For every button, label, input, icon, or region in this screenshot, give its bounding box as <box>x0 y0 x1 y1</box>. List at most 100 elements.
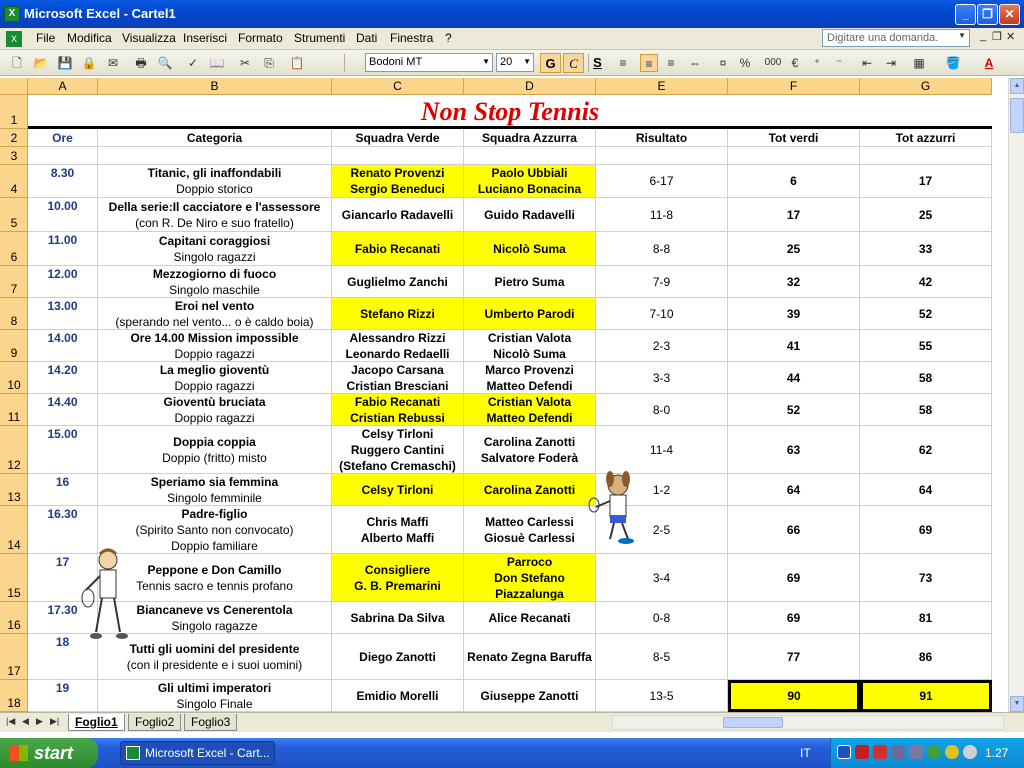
select-all-corner[interactable] <box>0 78 28 95</box>
doc-restore-button[interactable]: ❐ <box>992 30 1002 43</box>
cell-categoria[interactable]: La meglio gioventù Doppio ragazzi <box>98 362 332 394</box>
menu-visualizza[interactable]: Visualizza <box>122 31 176 45</box>
cell-squadra-azzurra[interactable]: Renato Zegna Baruffa <box>464 634 596 680</box>
close-button[interactable]: ✕ <box>999 4 1020 25</box>
research-icon[interactable]: 📖 <box>208 54 226 72</box>
cell-squadra-azzurra[interactable]: Marco Provenzi Matteo Defendi <box>464 362 596 394</box>
row-header-17[interactable]: 17 <box>0 634 28 680</box>
tray-antivirus-icon[interactable] <box>855 745 869 759</box>
spelling-icon[interactable]: ✓ <box>184 54 202 72</box>
new-icon[interactable]: 🗋 <box>8 54 26 72</box>
cell-tot-verdi[interactable]: 44 <box>728 362 860 394</box>
header-cell-a[interactable]: Ore <box>28 129 98 147</box>
decrease-indent-icon[interactable]: ⇤ <box>858 54 876 72</box>
spreadsheet-grid[interactable]: ABCDEFG 1 2 3 4 5 6 7 8 9 10 11 12 13 14 15 16 17 18 Non … <box>0 78 1008 712</box>
sheet-tab-foglio3[interactable]: Foglio3 <box>184 714 238 731</box>
print-preview-icon[interactable]: 🔍 <box>156 54 174 72</box>
header-cell-c[interactable]: Squadra Verde <box>332 129 464 147</box>
cell-tot-verdi[interactable]: 66 <box>728 506 860 554</box>
cell-tot-azzurri[interactable]: 58 <box>860 394 992 426</box>
italic-button[interactable]: C <box>563 53 584 73</box>
empty-cell[interactable] <box>596 147 728 165</box>
cell-tot-verdi[interactable]: 39 <box>728 298 860 330</box>
cell-risultato[interactable]: 3-4 <box>596 554 728 602</box>
cell-categoria[interactable]: Speriamo sia femmina Singolo femminile <box>98 474 332 506</box>
horizontal-scrollbar[interactable] <box>612 715 1004 730</box>
print-icon[interactable]: 🖶 <box>132 54 150 72</box>
cell-tot-verdi[interactable]: 90 <box>728 680 860 712</box>
scroll-down-icon[interactable]: ▼ <box>1010 696 1024 712</box>
start-button[interactable]: start <box>0 738 98 768</box>
next-sheet-icon[interactable]: ▶ <box>36 716 43 727</box>
cut-icon[interactable]: ✂ <box>236 54 254 72</box>
cell-ore[interactable]: 14.40 <box>28 394 98 426</box>
cell-squadra-azzurra[interactable]: Umberto Parodi <box>464 298 596 330</box>
cell-risultato[interactable]: 3-3 <box>596 362 728 394</box>
empty-cell[interactable] <box>728 147 860 165</box>
cell-squadra-verde[interactable]: Fabio Recanati Cristian Rebussi <box>332 394 464 426</box>
header-cell-g[interactable]: Tot azzurri <box>860 129 992 147</box>
column-header-c[interactable]: C <box>332 78 464 95</box>
cell-squadra-verde[interactable]: Diego Zanotti <box>332 634 464 680</box>
cell-squadra-azzurra[interactable]: Carolina Zanotti <box>464 474 596 506</box>
cell-squadra-azzurra[interactable]: Matteo Carlessi Giosuè Carlessi <box>464 506 596 554</box>
header-cell-f[interactable]: Tot verdi <box>728 129 860 147</box>
permission-icon[interactable]: 🔒 <box>80 54 98 72</box>
cell-tot-verdi[interactable]: 25 <box>728 232 860 266</box>
cell-squadra-verde[interactable]: Guglielmo Zanchi <box>332 266 464 298</box>
row-header-15[interactable]: 15 <box>0 554 28 602</box>
maximize-button[interactable]: ❐ <box>977 4 998 25</box>
cell-risultato[interactable]: 7-10 <box>596 298 728 330</box>
align-left-icon[interactable]: ≡ <box>614 54 632 72</box>
row-header-6[interactable]: 6 <box>0 232 28 266</box>
underline-button[interactable]: S <box>587 53 608 73</box>
cell-risultato[interactable]: 11-8 <box>596 198 728 232</box>
cell-ore[interactable]: 12.00 <box>28 266 98 298</box>
cell-risultato[interactable]: 8-0 <box>596 394 728 426</box>
align-center-icon[interactable]: ≡ <box>640 54 658 72</box>
borders-icon[interactable]: ▦ <box>910 54 928 72</box>
cell-squadra-verde[interactable]: Giancarlo Radavelli <box>332 198 464 232</box>
cell-squadra-azzurra[interactable]: Cristian Valota Matteo Defendi <box>464 394 596 426</box>
cell-ore[interactable]: 15.00 <box>28 426 98 474</box>
tray-arrow-icon[interactable] <box>837 745 851 759</box>
cell-categoria[interactable]: Mezzogiorno di fuoco Singolo maschile <box>98 266 332 298</box>
empty-cell[interactable] <box>98 147 332 165</box>
cell-risultato[interactable]: 7-9 <box>596 266 728 298</box>
clock[interactable]: 1.27 <box>985 746 1008 760</box>
cell-categoria[interactable]: Doppia coppia Doppio (fritto) misto <box>98 426 332 474</box>
cell-ore[interactable]: 14.00 <box>28 330 98 362</box>
column-header-f[interactable]: F <box>728 78 860 95</box>
row-header-3[interactable]: 3 <box>0 147 28 165</box>
cell-squadra-verde[interactable]: Stefano Rizzi <box>332 298 464 330</box>
cell-tot-azzurri[interactable]: 25 <box>860 198 992 232</box>
cell-squadra-verde[interactable]: Sabrina Da Silva <box>332 602 464 634</box>
cell-squadra-azzurra[interactable]: Alice Recanati <box>464 602 596 634</box>
cell-squadra-azzurra[interactable]: Pietro Suma <box>464 266 596 298</box>
cell-risultato[interactable]: 6-17 <box>596 165 728 198</box>
row-header-16[interactable]: 16 <box>0 602 28 634</box>
tray-update-icon[interactable] <box>927 745 941 759</box>
row-header-5[interactable]: 5 <box>0 198 28 232</box>
cell-tot-azzurri[interactable]: 52 <box>860 298 992 330</box>
empty-cell[interactable] <box>860 147 992 165</box>
cell-tot-verdi[interactable]: 63 <box>728 426 860 474</box>
cell-squadra-azzurra[interactable]: Paolo Ubbiali Luciano Bonacina <box>464 165 596 198</box>
cell-squadra-verde[interactable]: Jacopo Carsana Cristian Bresciani <box>332 362 464 394</box>
dropdown-arrow-icon[interactable]: ▼ <box>523 57 531 66</box>
save-icon[interactable]: 💾 <box>56 54 74 72</box>
decrease-decimal-icon[interactable]: ⁻ <box>830 54 848 72</box>
cell-squadra-verde[interactable]: Celsy Tirloni <box>332 474 464 506</box>
ask-dropdown-icon[interactable]: ▼ <box>958 31 966 40</box>
merge-center-icon[interactable]: ⇔ <box>686 54 704 72</box>
empty-cell[interactable] <box>464 147 596 165</box>
cell-tot-verdi[interactable]: 32 <box>728 266 860 298</box>
row-header-9[interactable]: 9 <box>0 330 28 362</box>
menu-formato[interactable]: Formato <box>238 31 283 45</box>
row-header-10[interactable]: 10 <box>0 362 28 394</box>
column-header-e[interactable]: E <box>596 78 728 95</box>
cell-categoria[interactable]: Eroi nel vento (sperando nel vento... o è… <box>98 298 332 330</box>
header-cell-e[interactable]: Risultato <box>596 129 728 147</box>
cell-ore[interactable]: 13.00 <box>28 298 98 330</box>
cell-tot-verdi[interactable]: 77 <box>728 634 860 680</box>
